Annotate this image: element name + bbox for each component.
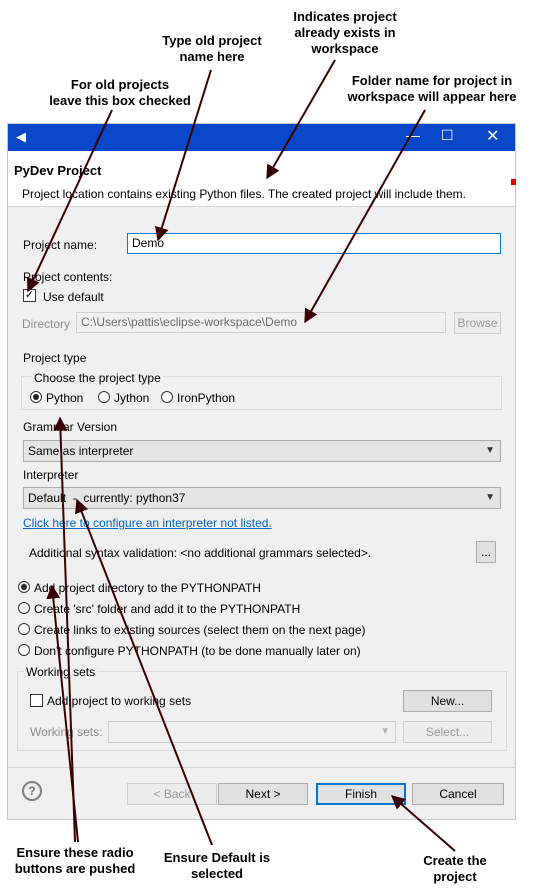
syntax-validation-label: Additional syntax validation: <no additi… [29, 546, 372, 560]
grammar-label: Grammar Version [23, 420, 118, 434]
annotation-exists: Indicates project already exists in work… [275, 9, 415, 57]
radio-jython[interactable] [98, 391, 110, 403]
configure-interpreter-link[interactable]: Click here to configure an interpreter n… [23, 516, 272, 530]
working-sets-label: Working sets: [30, 725, 103, 739]
project-type-label: Project type [23, 351, 87, 365]
annotation-create-project: Create the project [405, 853, 505, 885]
annotation-text: For old projects leave this box checked [49, 77, 191, 108]
annotation-leave-checked: For old projects leave this box checked [35, 77, 205, 109]
radio-dont-configure-label: Don't configure PYTHONPATH (to be done m… [34, 644, 361, 658]
new-working-set-button[interactable]: New... [403, 690, 492, 712]
dialog-message: Project location contains existing Pytho… [22, 187, 467, 201]
use-default-label: Use default [43, 290, 104, 304]
footer-separator [8, 767, 515, 768]
grammar-select[interactable]: Same as interpreter ▼ [23, 440, 501, 462]
project-contents-label: Project contents: [23, 270, 113, 284]
chevron-down-icon: ▼ [485, 445, 495, 456]
project-name-label: Project name: [23, 238, 98, 252]
maximize-icon[interactable]: ☐ [441, 127, 454, 144]
annotation-default-selected: Ensure Default is selected [152, 850, 282, 882]
directory-label: Directory [22, 317, 71, 331]
radio-add-project-dir[interactable] [18, 581, 30, 593]
annotation-text: Ensure these radio buttons are pushed [14, 845, 136, 876]
directory-input[interactable]: C:\Users\pattis\eclipse-workspace\Demo [76, 312, 446, 333]
interpreter-select[interactable]: Default - currently: python37 ▼ [23, 487, 501, 509]
radio-dont-configure[interactable] [18, 644, 30, 656]
working-sets-select[interactable]: ▼ [108, 721, 396, 743]
annotation-text: Type old project name here [162, 33, 262, 64]
minimize-icon[interactable]: — [406, 127, 420, 143]
annotation-text: Indicates project already exists in work… [293, 9, 397, 56]
interpreter-label: Interpreter [23, 468, 79, 482]
radio-python[interactable] [30, 391, 42, 403]
chevron-down-icon: ▼ [485, 492, 495, 503]
annotation-text: Ensure Default is selected [163, 850, 271, 881]
back-button[interactable]: < Back [127, 783, 217, 805]
use-default-checkbox[interactable]: ✓ [23, 289, 36, 302]
annotation-radio-buttons: Ensure these radio buttons are pushed [5, 845, 145, 877]
grammar-value: Same as interpreter [28, 444, 134, 458]
error-marker [511, 179, 516, 185]
annotation-type-name: Type old project name here [147, 33, 277, 65]
select-working-sets-button[interactable]: Select... [403, 721, 492, 743]
radio-create-links[interactable] [18, 623, 30, 635]
annotation-folder-name: Folder name for project in workspace wil… [332, 73, 532, 105]
annotation-text: Folder name for project in workspace wil… [347, 73, 517, 104]
dialog-title: PyDev Project [14, 163, 102, 178]
eclipse-icon: ◀ [16, 129, 26, 144]
dialog-header: PyDev Project Project location contains … [8, 151, 516, 207]
help-icon[interactable]: ? [22, 781, 42, 801]
radio-ironpython[interactable] [161, 391, 173, 403]
radio-add-project-dir-label: Add project directory to the PYTHONPATH [34, 581, 261, 595]
radio-ironpython-label: IronPython [177, 391, 236, 405]
add-working-sets-checkbox[interactable] [30, 694, 43, 707]
radio-jython-label: Jython [114, 391, 150, 405]
radio-create-links-label: Create links to existing sources (select… [34, 623, 366, 637]
radio-create-src[interactable] [18, 602, 30, 614]
title-bar: ◀ — ☐ ✕ [8, 124, 515, 151]
radio-python-label: Python [46, 391, 84, 405]
project-name-input[interactable]: Demo [127, 233, 501, 254]
working-sets-title: Working sets [24, 665, 98, 679]
cancel-button[interactable]: Cancel [412, 783, 504, 805]
chevron-down-icon: ▼ [380, 726, 390, 737]
pydev-project-dialog: ◀ — ☐ ✕ PyDev Project Project location c… [7, 123, 516, 820]
next-button[interactable]: Next > [218, 783, 308, 805]
annotation-text: Create the project [423, 853, 487, 884]
radio-create-src-label: Create 'src' folder and add it to the PY… [34, 602, 301, 616]
interpreter-value: Default - currently: python37 [28, 491, 186, 505]
syntax-more-button[interactable]: ... [476, 541, 496, 563]
close-icon[interactable]: ✕ [486, 126, 499, 146]
choose-type-label: Choose the project type [32, 371, 163, 385]
add-working-sets-label: Add project to working sets [47, 694, 192, 708]
browse-button[interactable]: Browse [454, 312, 501, 334]
finish-button[interactable]: Finish [316, 783, 406, 805]
